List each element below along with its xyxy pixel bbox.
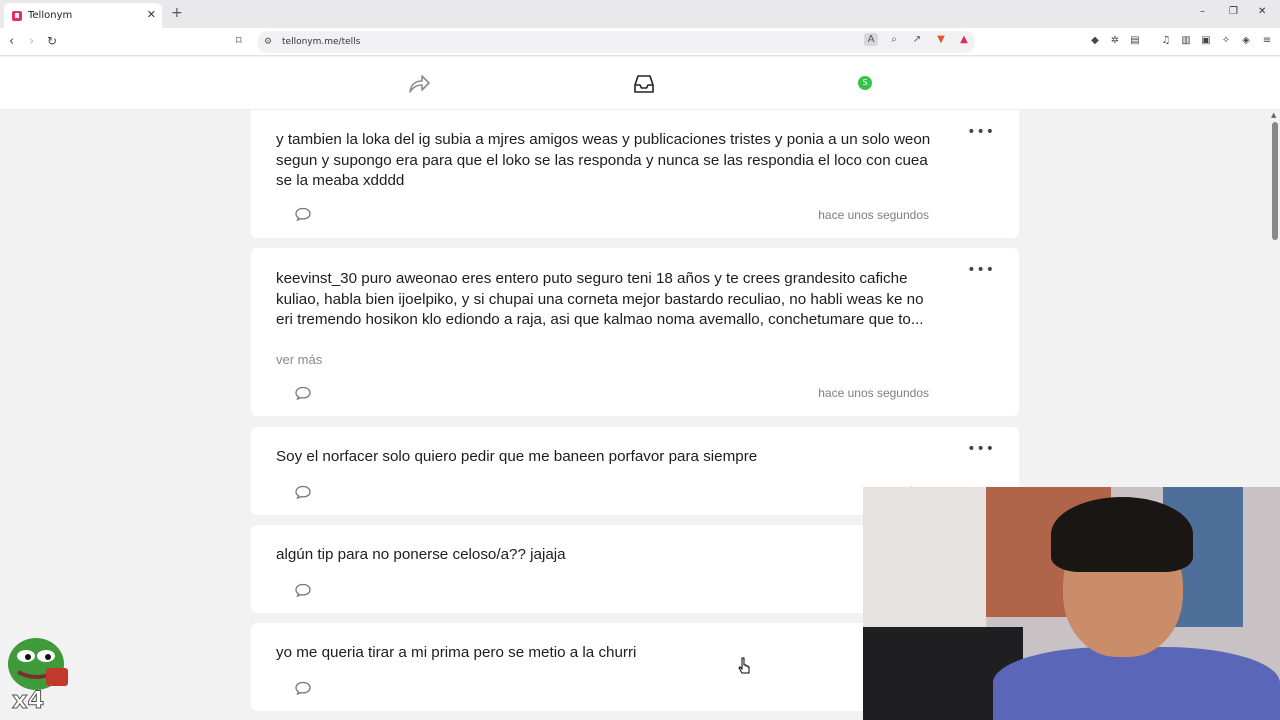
profile-badge[interactable]: S <box>858 76 872 90</box>
sidebar-icon[interactable]: ▥ <box>1180 35 1192 47</box>
url-text: tellonym.me/tells <box>282 37 361 47</box>
zoom-icon[interactable]: ⌕ <box>887 33 901 46</box>
minimize-window-button[interactable]: – <box>1200 6 1205 17</box>
tell-timestamp: hace unos segundos <box>818 386 929 400</box>
webcam-person-hair <box>1051 497 1193 572</box>
more-options-icon[interactable]: ••• <box>967 441 995 457</box>
reply-icon[interactable] <box>294 485 312 499</box>
reload-icon[interactable]: ↻ <box>47 34 57 48</box>
tab-title: Tellonym <box>28 10 73 21</box>
tell-card: y tambien la loka del ig subia a mjres a… <box>251 110 1019 238</box>
browser-tab-bar: Tellonym ✕ + – ❐ ✕ <box>0 0 1280 28</box>
share-page-icon[interactable]: ↗ <box>910 33 924 46</box>
share-icon[interactable] <box>407 73 431 95</box>
reply-icon[interactable] <box>294 681 312 695</box>
reply-icon[interactable] <box>294 386 312 400</box>
tell-card: keevinst_30 puro aweonao eres entero put… <box>251 248 1019 416</box>
browser-tab[interactable]: Tellonym ✕ <box>4 3 162 28</box>
tab-close-icon[interactable]: ✕ <box>147 8 156 21</box>
see-more-link[interactable]: ver más <box>276 352 322 367</box>
tell-timestamp: hace unos segundos <box>818 208 929 222</box>
hand-cursor-icon <box>738 657 750 674</box>
leo-icon[interactable]: ✧ <box>1220 35 1232 47</box>
back-icon[interactable]: ‹ <box>9 34 14 49</box>
translate-icon[interactable]: A <box>864 33 878 46</box>
new-tab-button[interactable]: + <box>171 5 183 21</box>
forward-icon[interactable]: › <box>29 34 34 49</box>
webcam-overlay <box>863 487 1280 720</box>
wallet-icon[interactable]: ▣ <box>1200 35 1212 47</box>
extension-icon[interactable]: ◆ <box>1089 35 1101 47</box>
tellonym-favicon-icon <box>12 10 22 21</box>
brave-rewards-icon[interactable]: ▲ <box>957 33 971 46</box>
webcam-person-body <box>993 647 1280 720</box>
reply-icon[interactable] <box>294 583 312 597</box>
bookmark-icon[interactable]: ⌑ <box>236 34 242 47</box>
more-options-icon[interactable]: ••• <box>967 262 995 278</box>
scroll-up-arrow-icon[interactable]: ▲ <box>1271 111 1276 119</box>
browser-toolbar: ‹ › ↻ ⌑ ⚙ tellonym.me/tells A ⌕ ↗ ▼ ▲ ◆ … <box>0 28 1280 56</box>
inbox-icon[interactable] <box>633 74 655 94</box>
tell-text: yo me queria tirar a mi prima pero se me… <box>276 644 637 661</box>
site-info-icon[interactable]: ⚙ <box>264 31 272 53</box>
app-header: S <box>0 57 1280 110</box>
tell-text: y tambien la loka del ig subia a mjres a… <box>276 131 931 189</box>
menu-icon[interactable]: ≡ <box>1261 35 1273 47</box>
tell-text: algún tip para no ponerse celoso/a?? jaj… <box>276 546 566 563</box>
vpn-icon[interactable]: ◈ <box>1240 35 1252 47</box>
more-options-icon[interactable]: ••• <box>967 124 995 140</box>
close-window-button[interactable]: ✕ <box>1258 6 1266 17</box>
tell-text: Soy el norfacer solo quiero pedir que me… <box>276 448 758 465</box>
media-icon[interactable]: ♫ <box>1160 35 1172 47</box>
pepe-emote-icon: x4 <box>8 638 68 712</box>
tell-text: keevinst_30 puro aweonao eres entero put… <box>276 270 924 328</box>
reply-icon[interactable] <box>294 207 312 221</box>
brave-shield-icon[interactable]: ▼ <box>934 33 948 46</box>
restore-window-button[interactable]: ❐ <box>1229 6 1238 17</box>
puzzle-icon[interactable]: ✲ <box>1109 35 1121 47</box>
reader-icon[interactable]: ▤ <box>1129 35 1141 47</box>
scrollbar-thumb[interactable] <box>1272 122 1278 240</box>
emote-multiplier: x4 <box>12 686 44 712</box>
